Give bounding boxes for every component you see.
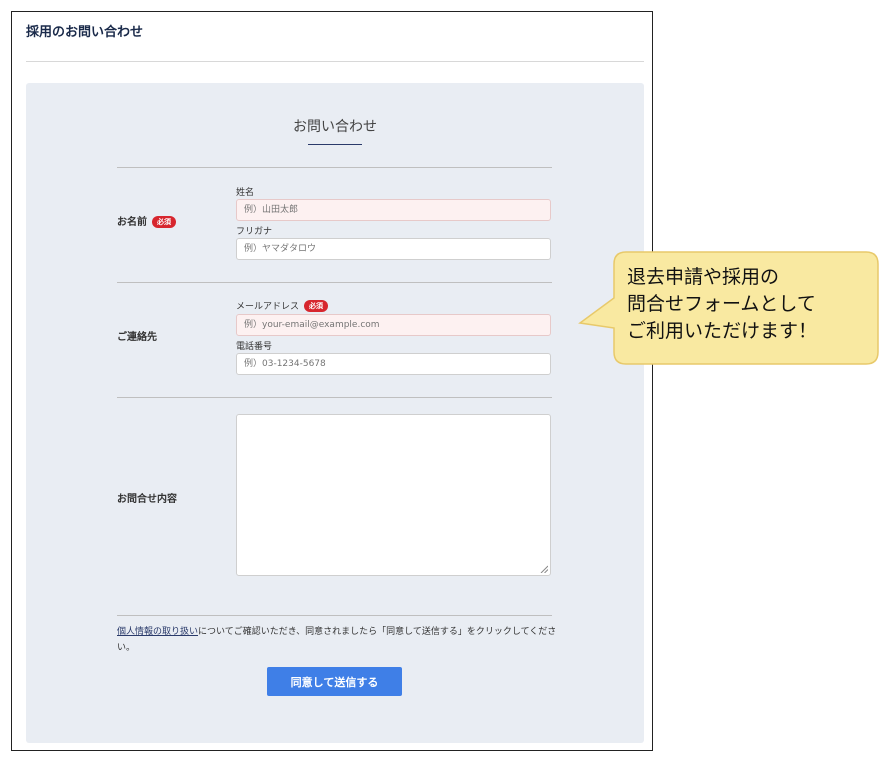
row-divider [117, 167, 552, 168]
surname-label: 姓名 [236, 188, 255, 198]
row-divider [117, 615, 552, 616]
email-input[interactable] [236, 314, 551, 336]
email-label: メールアドレス 必須 [236, 299, 329, 312]
row-divider [117, 397, 552, 398]
message-row-label: お問合せ内容 [117, 494, 177, 505]
page-title: 採用のお問い合わせ [26, 25, 144, 40]
privacy-notice: 個人情報の取り扱いについてご確認いただき、同意されましたら「同意して送信する」を… [117, 624, 557, 656]
phone-label: 電話番号 [236, 342, 273, 352]
row-divider [117, 282, 552, 283]
callout-line: 問合せフォームとして [627, 293, 816, 315]
heading-underline [308, 144, 362, 145]
callout-line: 退去申請や採用の [627, 266, 780, 288]
form-window: 採用のお問い合わせ お問い合わせ お名前必須 姓名 フリガナ ご連絡先 メールア… [11, 11, 653, 751]
title-divider [26, 61, 644, 62]
privacy-policy-link[interactable]: 個人情報の取り扱い [117, 627, 198, 637]
agree-submit-button[interactable]: 同意して送信する [267, 667, 402, 696]
callout-text: 退去申請や採用の 問合せフォームとして ご利用いただけます！ [627, 264, 867, 345]
contact-form-panel: お問い合わせ お名前必須 姓名 フリガナ ご連絡先 メールアドレス必須 電話番号… [26, 83, 644, 743]
resize-grip-icon[interactable] [540, 565, 548, 573]
surname-input[interactable] [236, 199, 551, 221]
kana-input[interactable] [236, 238, 551, 260]
form-heading: お問い合わせ [293, 119, 377, 135]
required-badge: 必須 [152, 216, 176, 228]
name-row-label: お名前 必須 [117, 213, 176, 228]
phone-input[interactable] [236, 353, 551, 375]
message-textarea[interactable] [236, 414, 551, 576]
kana-label: フリガナ [236, 227, 273, 237]
contact-row-label: ご連絡先 [117, 332, 157, 343]
callout-line: ご利用いただけます！ [627, 320, 818, 342]
required-badge: 必須 [304, 300, 329, 312]
email-label-text: メールアドレス [236, 302, 300, 312]
name-label-text: お名前 [117, 217, 147, 228]
